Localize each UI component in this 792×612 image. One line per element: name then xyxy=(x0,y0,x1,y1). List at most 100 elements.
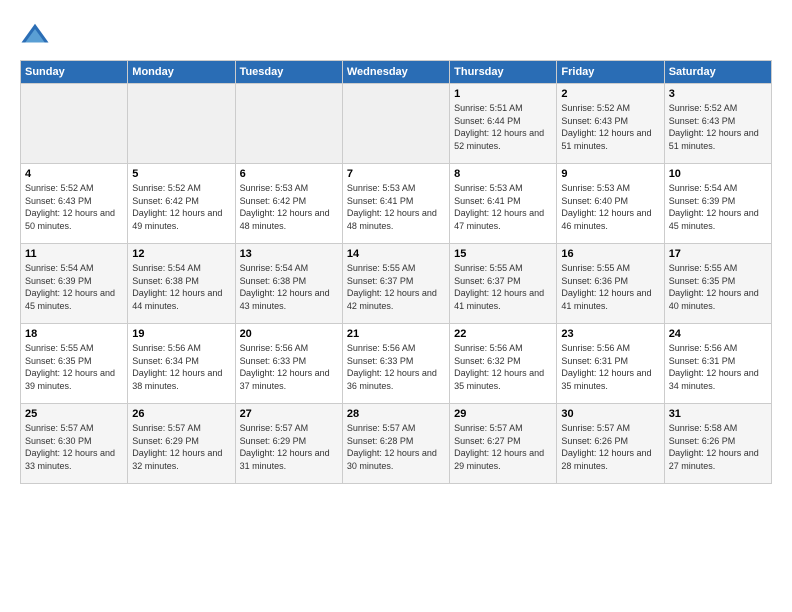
calendar-cell: 6 Sunrise: 5:53 AMSunset: 6:42 PMDaylight… xyxy=(235,164,342,244)
calendar-cell: 8 Sunrise: 5:53 AMSunset: 6:41 PMDaylight… xyxy=(450,164,557,244)
day-header-sunday: Sunday xyxy=(21,61,128,84)
calendar-cell: 13 Sunrise: 5:54 AMSunset: 6:38 PMDayligh… xyxy=(235,244,342,324)
day-number: 6 xyxy=(240,168,338,180)
week-row-1: 1Sunrise: 5:51 AMSunset: 6:44 PMDaylight… xyxy=(21,84,772,164)
day-number: 17 xyxy=(669,248,767,260)
cell-info: Sunrise: 5:52 AMSunset: 6:43 PMDaylight:… xyxy=(561,102,659,152)
day-header-thursday: Thursday xyxy=(450,61,557,84)
cell-info: Sunrise: 5:55 AMSunset: 6:37 PMDaylight:… xyxy=(454,262,552,312)
calendar-cell: 10 Sunrise: 5:54 AMSunset: 6:39 PMDayligh… xyxy=(664,164,771,244)
day-header-friday: Friday xyxy=(557,61,664,84)
cell-info: Sunrise: 5:58 AMSunset: 6:26 PMDaylight:… xyxy=(669,422,767,472)
day-number: 7 xyxy=(347,168,445,180)
day-number: 13 xyxy=(240,248,338,260)
day-number: 16 xyxy=(561,248,659,260)
day-header-saturday: Saturday xyxy=(664,61,771,84)
logo-icon xyxy=(20,20,50,50)
header-row: SundayMondayTuesdayWednesdayThursdayFrid… xyxy=(21,61,772,84)
day-number: 21 xyxy=(347,328,445,340)
cell-info: Sunrise: 5:54 AMSunset: 6:38 PMDaylight:… xyxy=(240,262,338,312)
logo xyxy=(20,20,56,50)
calendar-cell: 19 Sunrise: 5:56 AMSunset: 6:34 PMDayligh… xyxy=(128,324,235,404)
calendar-cell: 26 Sunrise: 5:57 AMSunset: 6:29 PMDayligh… xyxy=(128,404,235,484)
day-number: 8 xyxy=(454,168,552,180)
cell-info: Sunrise: 5:53 AMSunset: 6:42 PMDaylight:… xyxy=(240,182,338,232)
calendar-cell: 23 Sunrise: 5:56 AMSunset: 6:31 PMDayligh… xyxy=(557,324,664,404)
day-number: 26 xyxy=(132,408,230,420)
day-number: 2 xyxy=(561,88,659,100)
cell-info: Sunrise: 5:53 AMSunset: 6:40 PMDaylight:… xyxy=(561,182,659,232)
cell-info: Sunrise: 5:53 AMSunset: 6:41 PMDaylight:… xyxy=(347,182,445,232)
calendar-cell xyxy=(128,84,235,164)
week-row-5: 25 Sunrise: 5:57 AMSunset: 6:30 PMDayligh… xyxy=(21,404,772,484)
calendar-cell: 21Sunrise: 5:56 AMSunset: 6:33 PMDayligh… xyxy=(342,324,449,404)
day-number: 22 xyxy=(454,328,552,340)
cell-info: Sunrise: 5:52 AMSunset: 6:43 PMDaylight:… xyxy=(669,102,767,152)
calendar-cell: 15 Sunrise: 5:55 AMSunset: 6:37 PMDayligh… xyxy=(450,244,557,324)
day-header-tuesday: Tuesday xyxy=(235,61,342,84)
calendar-cell: 22 Sunrise: 5:56 AMSunset: 6:32 PMDayligh… xyxy=(450,324,557,404)
cell-info: Sunrise: 5:55 AMSunset: 6:37 PMDaylight:… xyxy=(347,262,445,312)
cell-info: Sunrise: 5:56 AMSunset: 6:33 PMDaylight:… xyxy=(240,342,338,392)
calendar-cell: 24Sunrise: 5:56 AMSunset: 6:31 PMDayligh… xyxy=(664,324,771,404)
day-number: 28 xyxy=(347,408,445,420)
calendar-table: SundayMondayTuesdayWednesdayThursdayFrid… xyxy=(20,60,772,484)
cell-info: Sunrise: 5:55 AMSunset: 6:35 PMDaylight:… xyxy=(669,262,767,312)
day-number: 15 xyxy=(454,248,552,260)
cell-info: Sunrise: 5:52 AMSunset: 6:43 PMDaylight:… xyxy=(25,182,123,232)
cell-info: Sunrise: 5:55 AMSunset: 6:36 PMDaylight:… xyxy=(561,262,659,312)
cell-info: Sunrise: 5:51 AMSunset: 6:44 PMDaylight:… xyxy=(454,102,552,152)
cell-info: Sunrise: 5:54 AMSunset: 6:39 PMDaylight:… xyxy=(669,182,767,232)
calendar-cell: 4 Sunrise: 5:52 AMSunset: 6:43 PMDaylight… xyxy=(21,164,128,244)
calendar-cell xyxy=(342,84,449,164)
page-header xyxy=(20,20,772,50)
day-number: 19 xyxy=(132,328,230,340)
calendar-cell: 18Sunrise: 5:55 AMSunset: 6:35 PMDayligh… xyxy=(21,324,128,404)
cell-info: Sunrise: 5:56 AMSunset: 6:34 PMDaylight:… xyxy=(132,342,230,392)
day-number: 30 xyxy=(561,408,659,420)
cell-info: Sunrise: 5:56 AMSunset: 6:32 PMDaylight:… xyxy=(454,342,552,392)
calendar-cell: 28 Sunrise: 5:57 AMSunset: 6:28 PMDayligh… xyxy=(342,404,449,484)
cell-info: Sunrise: 5:57 AMSunset: 6:28 PMDaylight:… xyxy=(347,422,445,472)
day-number: 29 xyxy=(454,408,552,420)
day-number: 4 xyxy=(25,168,123,180)
calendar-cell: 9Sunrise: 5:53 AMSunset: 6:40 PMDaylight… xyxy=(557,164,664,244)
cell-info: Sunrise: 5:57 AMSunset: 6:26 PMDaylight:… xyxy=(561,422,659,472)
calendar-cell: 17 Sunrise: 5:55 AMSunset: 6:35 PMDayligh… xyxy=(664,244,771,324)
day-number: 11 xyxy=(25,248,123,260)
day-number: 12 xyxy=(132,248,230,260)
calendar-cell: 27Sunrise: 5:57 AMSunset: 6:29 PMDayligh… xyxy=(235,404,342,484)
day-number: 31 xyxy=(669,408,767,420)
week-row-2: 4 Sunrise: 5:52 AMSunset: 6:43 PMDaylight… xyxy=(21,164,772,244)
day-number: 14 xyxy=(347,248,445,260)
week-row-4: 18Sunrise: 5:55 AMSunset: 6:35 PMDayligh… xyxy=(21,324,772,404)
calendar-cell: 3 Sunrise: 5:52 AMSunset: 6:43 PMDaylight… xyxy=(664,84,771,164)
cell-info: Sunrise: 5:55 AMSunset: 6:35 PMDaylight:… xyxy=(25,342,123,392)
calendar-cell: 16 Sunrise: 5:55 AMSunset: 6:36 PMDayligh… xyxy=(557,244,664,324)
calendar-cell xyxy=(21,84,128,164)
day-number: 10 xyxy=(669,168,767,180)
calendar-cell: 29 Sunrise: 5:57 AMSunset: 6:27 PMDayligh… xyxy=(450,404,557,484)
calendar-cell: 12 Sunrise: 5:54 AMSunset: 6:38 PMDayligh… xyxy=(128,244,235,324)
calendar-cell: 14 Sunrise: 5:55 AMSunset: 6:37 PMDayligh… xyxy=(342,244,449,324)
calendar-cell: 30 Sunrise: 5:57 AMSunset: 6:26 PMDayligh… xyxy=(557,404,664,484)
cell-info: Sunrise: 5:56 AMSunset: 6:31 PMDaylight:… xyxy=(561,342,659,392)
calendar-cell: 2 Sunrise: 5:52 AMSunset: 6:43 PMDaylight… xyxy=(557,84,664,164)
day-number: 27 xyxy=(240,408,338,420)
day-header-monday: Monday xyxy=(128,61,235,84)
day-header-wednesday: Wednesday xyxy=(342,61,449,84)
day-number: 3 xyxy=(669,88,767,100)
calendar-cell: 11 Sunrise: 5:54 AMSunset: 6:39 PMDayligh… xyxy=(21,244,128,324)
day-number: 25 xyxy=(25,408,123,420)
cell-info: Sunrise: 5:57 AMSunset: 6:27 PMDaylight:… xyxy=(454,422,552,472)
cell-info: Sunrise: 5:57 AMSunset: 6:29 PMDaylight:… xyxy=(132,422,230,472)
calendar-cell: 1Sunrise: 5:51 AMSunset: 6:44 PMDaylight… xyxy=(450,84,557,164)
day-number: 5 xyxy=(132,168,230,180)
day-number: 23 xyxy=(561,328,659,340)
cell-info: Sunrise: 5:53 AMSunset: 6:41 PMDaylight:… xyxy=(454,182,552,232)
cell-info: Sunrise: 5:54 AMSunset: 6:38 PMDaylight:… xyxy=(132,262,230,312)
calendar-cell: 31 Sunrise: 5:58 AMSunset: 6:26 PMDayligh… xyxy=(664,404,771,484)
cell-info: Sunrise: 5:57 AMSunset: 6:30 PMDaylight:… xyxy=(25,422,123,472)
day-number: 24 xyxy=(669,328,767,340)
cell-info: Sunrise: 5:54 AMSunset: 6:39 PMDaylight:… xyxy=(25,262,123,312)
